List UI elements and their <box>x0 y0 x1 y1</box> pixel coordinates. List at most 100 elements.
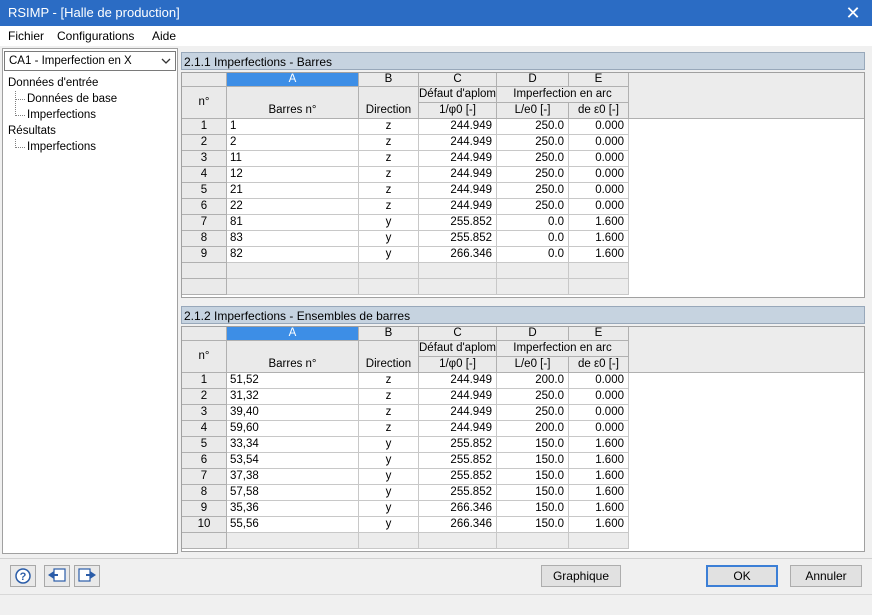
table-cell[interactable]: y <box>359 517 419 533</box>
table-cell[interactable]: 244.949 <box>419 151 497 167</box>
empty-cell[interactable] <box>227 263 359 279</box>
table-cell[interactable]: y <box>359 231 419 247</box>
table-cell[interactable]: 53,54 <box>227 453 359 469</box>
table-cell[interactable]: 0.000 <box>569 183 629 199</box>
table-cell[interactable]: 82 <box>227 247 359 263</box>
table-cell[interactable]: 31,32 <box>227 389 359 405</box>
annuler-button[interactable]: Annuler <box>790 565 862 587</box>
table-cell[interactable]: 250.0 <box>497 119 569 135</box>
empty-cell[interactable] <box>497 533 569 549</box>
table-cell[interactable]: 255.852 <box>419 453 497 469</box>
table-cell[interactable]: 255.852 <box>419 215 497 231</box>
column-header-E[interactable]: E <box>569 73 629 87</box>
tree-imperfections-input[interactable]: Imperfections <box>27 109 96 121</box>
ok-button[interactable]: OK <box>706 565 778 587</box>
case-selector[interactable]: CA1 - Imperfection en X <box>4 51 176 71</box>
table-cell[interactable]: 255.852 <box>419 437 497 453</box>
table-cell[interactable]: 150.0 <box>497 485 569 501</box>
graphique-button[interactable]: Graphique <box>541 565 621 587</box>
column-header-C[interactable]: C <box>419 73 497 87</box>
empty-cell[interactable] <box>419 533 497 549</box>
table-cell[interactable]: 0.000 <box>569 151 629 167</box>
table-cell[interactable]: 1.600 <box>569 501 629 517</box>
table-cell[interactable]: y <box>359 485 419 501</box>
empty-cell[interactable] <box>227 279 359 295</box>
table-cell[interactable]: 250.0 <box>497 199 569 215</box>
table-cell[interactable]: y <box>359 247 419 263</box>
tree-base-data[interactable]: Données de base <box>27 93 117 105</box>
table-cell[interactable]: 250.0 <box>497 405 569 421</box>
chevron-down-icon[interactable] <box>160 54 172 68</box>
table-cell[interactable]: 1.600 <box>569 485 629 501</box>
table-cell[interactable]: 59,60 <box>227 421 359 437</box>
empty-cell[interactable] <box>497 263 569 279</box>
table-cell[interactable]: 244.949 <box>419 373 497 389</box>
table-cell[interactable]: 0.000 <box>569 135 629 151</box>
table-cell[interactable]: 0.000 <box>569 167 629 183</box>
table-cell[interactable]: z <box>359 389 419 405</box>
table-cell[interactable]: 0.0 <box>497 247 569 263</box>
empty-cell[interactable] <box>419 279 497 295</box>
table-cell[interactable]: 255.852 <box>419 469 497 485</box>
table-cell[interactable]: 150.0 <box>497 501 569 517</box>
export-icon[interactable] <box>74 565 100 587</box>
table-cell[interactable]: 1.600 <box>569 437 629 453</box>
table-cell[interactable]: 244.949 <box>419 135 497 151</box>
table-cell[interactable]: 150.0 <box>497 437 569 453</box>
table-cell[interactable]: z <box>359 421 419 437</box>
column-header-B[interactable]: B <box>359 73 419 87</box>
menu-configurations[interactable]: Configurations <box>57 29 134 43</box>
table-cell[interactable]: 266.346 <box>419 247 497 263</box>
table-cell[interactable]: 0.000 <box>569 199 629 215</box>
table-cell[interactable]: 83 <box>227 231 359 247</box>
table-cell[interactable]: 1.600 <box>569 453 629 469</box>
empty-cell[interactable] <box>419 263 497 279</box>
table-cell[interactable]: 255.852 <box>419 231 497 247</box>
table-cell[interactable]: z <box>359 183 419 199</box>
table-cell[interactable]: 0.0 <box>497 231 569 247</box>
empty-cell[interactable] <box>569 279 629 295</box>
column-header-D[interactable]: D <box>497 73 569 87</box>
table-cell[interactable]: 21 <box>227 183 359 199</box>
table-cell[interactable]: 39,40 <box>227 405 359 421</box>
table-cell[interactable]: 150.0 <box>497 517 569 533</box>
empty-cell[interactable] <box>359 533 419 549</box>
table-cell[interactable]: 266.346 <box>419 517 497 533</box>
table-cell[interactable]: 250.0 <box>497 151 569 167</box>
table-cell[interactable]: y <box>359 469 419 485</box>
table-cell[interactable]: 35,36 <box>227 501 359 517</box>
empty-cell[interactable] <box>569 263 629 279</box>
tree-results[interactable]: Résultats <box>8 125 56 137</box>
table-cell[interactable]: 250.0 <box>497 135 569 151</box>
table-cell[interactable]: 55,56 <box>227 517 359 533</box>
menu-aide[interactable]: Aide <box>152 29 176 43</box>
table-cell[interactable]: 244.949 <box>419 199 497 215</box>
table-cell[interactable]: 1.600 <box>569 215 629 231</box>
table-cell[interactable]: 11 <box>227 151 359 167</box>
column-header-E[interactable]: E <box>569 327 629 341</box>
empty-cell[interactable] <box>359 279 419 295</box>
import-icon[interactable] <box>44 565 70 587</box>
column-header-C[interactable]: C <box>419 327 497 341</box>
column-header-A[interactable]: A <box>227 327 359 341</box>
menu-fichier[interactable]: Fichier <box>8 29 44 43</box>
table-cell[interactable]: z <box>359 167 419 183</box>
table-cell[interactable]: 255.852 <box>419 485 497 501</box>
table-cell[interactable]: 1 <box>227 119 359 135</box>
table-cell[interactable]: 33,34 <box>227 437 359 453</box>
table-cell[interactable]: 51,52 <box>227 373 359 389</box>
table-cell[interactable]: 0.000 <box>569 389 629 405</box>
empty-cell[interactable] <box>359 263 419 279</box>
column-header-A[interactable]: A <box>227 73 359 87</box>
table-cell[interactable]: 266.346 <box>419 501 497 517</box>
table-cell[interactable]: 0.0 <box>497 215 569 231</box>
table-cell[interactable]: y <box>359 501 419 517</box>
table-cell[interactable]: 250.0 <box>497 389 569 405</box>
table-cell[interactable]: 57,58 <box>227 485 359 501</box>
table-cell[interactable]: 244.949 <box>419 389 497 405</box>
close-icon[interactable]: ✕ <box>842 2 864 24</box>
table-cell[interactable]: 1.600 <box>569 469 629 485</box>
table-cell[interactable]: z <box>359 119 419 135</box>
table-cell[interactable]: 1.600 <box>569 231 629 247</box>
table-cell[interactable]: 2 <box>227 135 359 151</box>
